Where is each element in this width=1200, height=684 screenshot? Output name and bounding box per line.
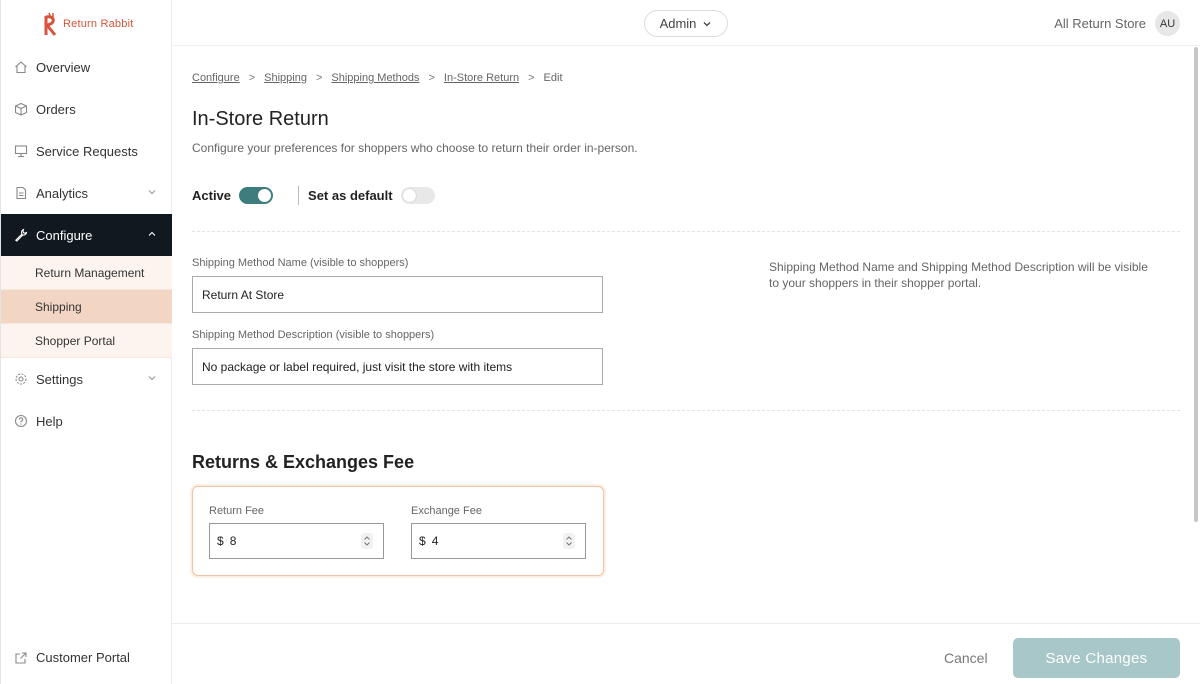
toggle-row: Active Set as default [192,186,435,205]
external-link-icon [14,651,28,665]
box-icon [14,102,28,116]
toggle-knob [258,189,272,202]
rabbit-logo-icon [43,12,61,36]
sidebar-subitem-label: Shopper Portal [35,333,116,348]
sidebar-item-service-requests[interactable]: Service Requests [1,130,172,172]
currency-symbol: $ [419,534,426,548]
sidebar-item-configure[interactable]: Configure [1,214,172,256]
exchange-fee-label: Exchange Fee [411,505,482,517]
currency-symbol: $ [217,534,224,548]
fees-card: Return Fee $ 8 Exchange Fee $ 4 [192,486,604,576]
sidebar-item-label: Analytics [36,185,89,201]
breadcrumb-shipping-methods[interactable]: Shipping Methods [331,72,419,84]
home-icon [14,60,28,74]
sidebar-item-customer-portal[interactable]: Customer Portal [14,650,130,665]
sidebar-item-label: Orders [36,101,76,117]
breadcrumb-current: Edit [543,72,563,84]
role-label: Admin [659,16,697,31]
sidebar-item-settings[interactable]: Settings [1,358,172,400]
description-field-label: Shipping Method Description (visible to … [192,329,435,341]
sidebar-item-label: Help [36,413,63,429]
sidebar-subitem-shopper-portal[interactable]: Shopper Portal [1,324,172,358]
breadcrumb-separator: > [315,72,323,84]
store-name[interactable]: All Return Store [1054,16,1146,31]
sidebar-subitem-return-management[interactable]: Return Management [1,256,172,290]
monitor-icon [14,144,28,158]
exchange-fee-value: 4 [431,534,439,548]
sidebar: Return Rabbit Overview Orders Service Re… [0,0,172,684]
document-icon [14,186,28,200]
breadcrumb-configure[interactable]: Configure [192,72,240,84]
sidebar-item-overview[interactable]: Overview [1,46,172,88]
return-fee-value: 8 [229,534,237,548]
sidebar-subitem-label: Shipping [35,299,82,314]
section-divider [192,410,1180,411]
sidebar-item-orders[interactable]: Orders [1,88,172,130]
save-changes-button[interactable]: Save Changes [1013,638,1180,678]
breadcrumb-separator: > [528,72,535,84]
action-footer: Cancel Save Changes [172,623,1200,684]
breadcrumb-shipping[interactable]: Shipping [264,72,307,84]
visibility-help-note: Shipping Method Name and Shipping Method… [769,260,1148,290]
chevron-down-icon [146,372,158,384]
divider [298,186,300,205]
shipping-method-name-input[interactable]: Return At Store [192,276,603,313]
role-selector[interactable]: Admin [644,10,728,37]
sidebar-nav: Overview Orders Service Requests Analyti… [1,46,172,442]
page-subtitle: Configure your preferences for shoppers … [192,141,638,155]
chevron-up-icon [146,228,158,240]
breadcrumb-in-store-return[interactable]: In-Store Return [444,72,519,84]
sidebar-item-label: Configure [36,227,93,243]
breadcrumb-separator: > [428,72,435,84]
page-title: In-Store Return [192,108,329,130]
sidebar-item-analytics[interactable]: Analytics [1,172,172,214]
section-divider [192,231,1180,232]
chevron-down-icon [703,21,711,26]
sidebar-subitem-shipping[interactable]: Shipping [1,290,172,324]
name-field-label: Shipping Method Name (visible to shopper… [192,257,409,269]
sidebar-item-label: Overview [36,59,91,75]
active-label: Active [192,188,232,203]
wrench-icon [14,228,28,242]
sidebar-item-label: Service Requests [36,143,138,159]
page-scrollbar[interactable] [1194,47,1198,522]
brand-name: Return Rabbit [63,18,134,30]
question-circle-icon [14,414,28,428]
toggle-knob [402,189,416,202]
active-toggle[interactable] [239,187,274,204]
return-fee-label: Return Fee [209,505,265,517]
gear-icon [14,372,28,386]
default-label: Set as default [308,188,393,203]
top-bar: Admin All Return Store AU [172,0,1200,46]
chevron-down-icon [146,186,158,198]
return-fee-input[interactable]: $ 8 [209,523,384,559]
shipping-method-description-input[interactable]: No package or label required, just visit… [192,348,603,385]
breadcrumb-separator: > [248,72,256,84]
number-spinner-icon[interactable] [361,533,373,549]
number-spinner-icon[interactable] [563,533,575,549]
fees-section-title: Returns & Exchanges Fee [192,452,415,472]
breadcrumb: Configure > Shipping > Shipping Methods … [192,72,563,84]
sidebar-item-label: Customer Portal [36,650,130,665]
avatar[interactable]: AU [1155,11,1180,36]
exchange-fee-input[interactable]: $ 4 [411,523,586,559]
brand-logo[interactable]: Return Rabbit [43,12,133,36]
sidebar-item-label: Settings [36,371,83,387]
sidebar-subitem-label: Return Management [35,265,145,280]
sidebar-item-help[interactable]: Help [1,400,172,442]
default-toggle[interactable] [400,187,435,204]
cancel-button[interactable]: Cancel [944,650,988,666]
